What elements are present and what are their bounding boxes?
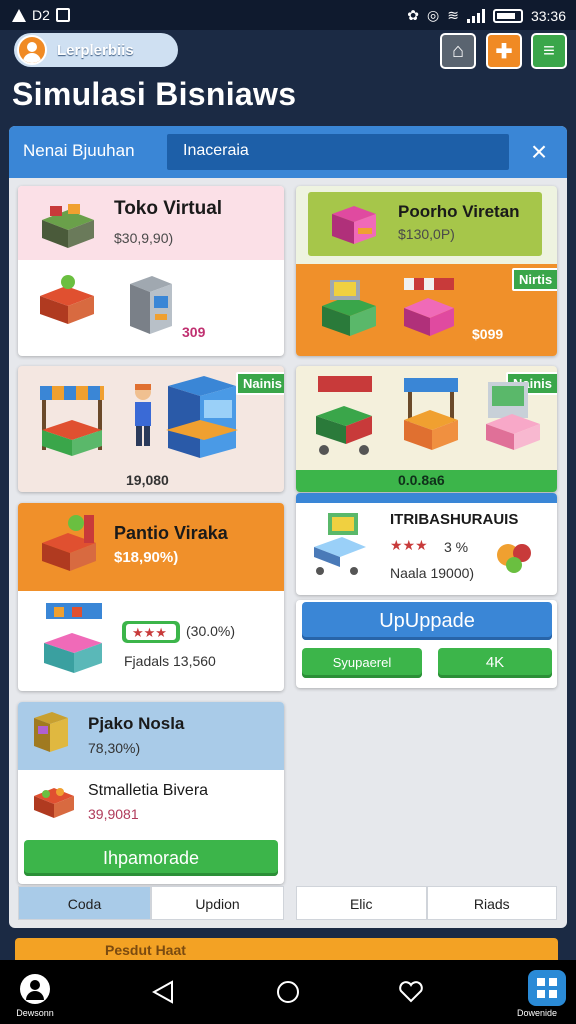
fruit-basket-icon	[497, 544, 531, 573]
card-title: Poorho Viretan	[398, 202, 520, 221]
notification-icon	[55, 8, 70, 22]
search-input[interactable]: Inaceraia	[167, 134, 509, 170]
card-title: ITRIBASHURAUIS	[390, 511, 519, 528]
card-price: 19,080	[126, 472, 169, 488]
search-label: Nenai Bjuuhan	[23, 141, 135, 160]
market-kiosk-icon	[44, 603, 102, 673]
profile-name: Lerplerbiis	[57, 41, 134, 59]
card-tag: Nirtis	[512, 268, 557, 291]
stall-icon	[42, 204, 94, 248]
card-title: Pjako Nosla	[88, 714, 185, 733]
gift-button[interactable]: ✚	[486, 33, 522, 69]
printer-icon	[332, 206, 376, 244]
card-tag: Nainis	[236, 372, 284, 395]
grid-icon	[537, 978, 557, 998]
upgrade-panel: UpUppade Syupaerel 4K	[296, 600, 557, 688]
card-rating: 3 %	[444, 539, 469, 555]
card-price: $30,9,90)	[114, 230, 174, 246]
business-panel: Nenai Bjuuhan Inaceraia × Toko Virtual $…	[9, 126, 567, 928]
alarm-icon: ◎	[427, 7, 440, 23]
wifi-icon: ≋	[447, 7, 459, 23]
arcade-icon	[130, 276, 172, 334]
table-stall-icon	[42, 515, 96, 571]
card-item-title: Stmalletia Bivera	[88, 782, 209, 799]
card-sub-price: $099	[472, 326, 504, 342]
person-icon	[30, 980, 40, 990]
card-price: 78,30%)	[88, 740, 141, 756]
business-card-kiosk-left[interactable]: Nainis 19,080	[18, 366, 284, 492]
profile-pill[interactable]: Lerplerbiis	[14, 33, 178, 67]
tab-riads[interactable]: Riads	[426, 886, 557, 920]
close-icon[interactable]: ×	[525, 138, 553, 166]
status-bar: D2 ✿ ◎ ≋ 33:36	[0, 0, 576, 30]
apps-button[interactable]	[528, 970, 566, 1006]
home-icon: ⌂	[451, 39, 465, 62]
battery-icon	[492, 8, 523, 23]
warning-icon	[12, 8, 26, 22]
settings-icon: ✿	[407, 7, 419, 23]
home-nav-icon[interactable]	[276, 980, 300, 1004]
food-cart-icon	[404, 278, 454, 336]
slot-machine-icon	[34, 712, 68, 752]
business-card-itribashurauis[interactable]: ITRIBASHURAUIS ★★★ 3 % Naala 19000)	[296, 493, 557, 595]
business-card-pantio-viraka[interactable]: Pantio Viraka $18,90%) ★★★ (30.0%) Fjada…	[18, 503, 284, 691]
navigation-bar: Dewsonn Dowenide	[0, 960, 576, 1024]
status-time: 33:36	[530, 7, 566, 24]
upgrade-green-button[interactable]: Ihpamorade	[24, 840, 278, 876]
card-sub-label: Fjadals 13,560	[124, 653, 216, 669]
sub-upgrade-button[interactable]: Syupaerel	[302, 648, 422, 678]
stats-button[interactable]: ≡	[531, 33, 567, 69]
fruit-cart-icon	[316, 376, 372, 455]
ice-cream-stand-icon	[486, 382, 540, 450]
avatar	[17, 35, 47, 65]
nav-right-caption: Dowenide	[516, 1008, 558, 1018]
tab-coda[interactable]: Coda	[18, 886, 151, 920]
vending-booth-icon	[166, 376, 238, 458]
card-sub-price: 309	[182, 324, 206, 340]
back-icon[interactable]	[152, 980, 174, 1004]
computer-stand-icon	[322, 280, 376, 336]
card-title: Pantio Viraka	[114, 523, 228, 543]
star-icon: ★★★	[390, 537, 428, 553]
rating-stars-icon: ★★★	[122, 621, 180, 643]
business-card-portho-viretan[interactable]: Poorho Viretan $130,0P) Nirtis $099	[296, 186, 557, 356]
count-button[interactable]: 4K	[438, 648, 552, 678]
market-stall-icon	[40, 386, 104, 456]
desk-icon	[40, 275, 94, 324]
juice-stand-icon	[404, 378, 458, 450]
tab-bar-right: Elic Riads	[296, 886, 557, 920]
search-bar: Nenai Bjuuhan Inaceraia ×	[9, 126, 567, 178]
tab-bar-left: Coda Updion	[18, 886, 284, 920]
nav-left-caption: Dewsonn	[16, 1008, 54, 1018]
heart-icon[interactable]	[398, 980, 424, 1004]
card-sub-label: Naala 19000)	[390, 565, 475, 581]
status-left-text: D2	[32, 7, 50, 23]
card-rating-tag: (30.0%)	[186, 623, 236, 639]
svg-text:★★★: ★★★	[132, 626, 167, 641]
page-title: Simulasi Bisniaws	[12, 76, 297, 112]
gift-icon: ✚	[495, 40, 513, 63]
shopping-cart-icon	[314, 513, 366, 575]
card-price: $18,90%)	[114, 549, 179, 566]
card-item-price: 39,9081	[88, 806, 139, 822]
tab-updion[interactable]: Updion	[151, 886, 284, 920]
shop-button[interactable]: ⌂	[440, 33, 476, 69]
card-price: 0.0.8a6	[398, 472, 445, 488]
bottom-strip[interactable]: Pesdut Haat	[15, 938, 558, 962]
stats-icon: ≡	[543, 39, 555, 62]
business-card-kiosk-right[interactable]: Nainis 0.0.8a6	[296, 366, 557, 492]
upgrade-button[interactable]: UpUppade	[302, 602, 552, 640]
card-title: Toko Virtual	[114, 198, 223, 219]
profile-nav-button[interactable]	[20, 974, 50, 1004]
business-card-toko-virtual[interactable]: Toko Virtual $30,9,90) 309	[18, 186, 284, 356]
card-price: $130,0P)	[398, 226, 455, 242]
crate-icon	[34, 788, 74, 818]
signal-icon	[466, 8, 485, 23]
business-card-pjako-nosla[interactable]: Pjako Nosla 78,30%) Stmalletia Bivera 39…	[18, 702, 284, 884]
tab-elic[interactable]: Elic	[296, 886, 427, 920]
shopkeeper-icon	[135, 384, 151, 446]
